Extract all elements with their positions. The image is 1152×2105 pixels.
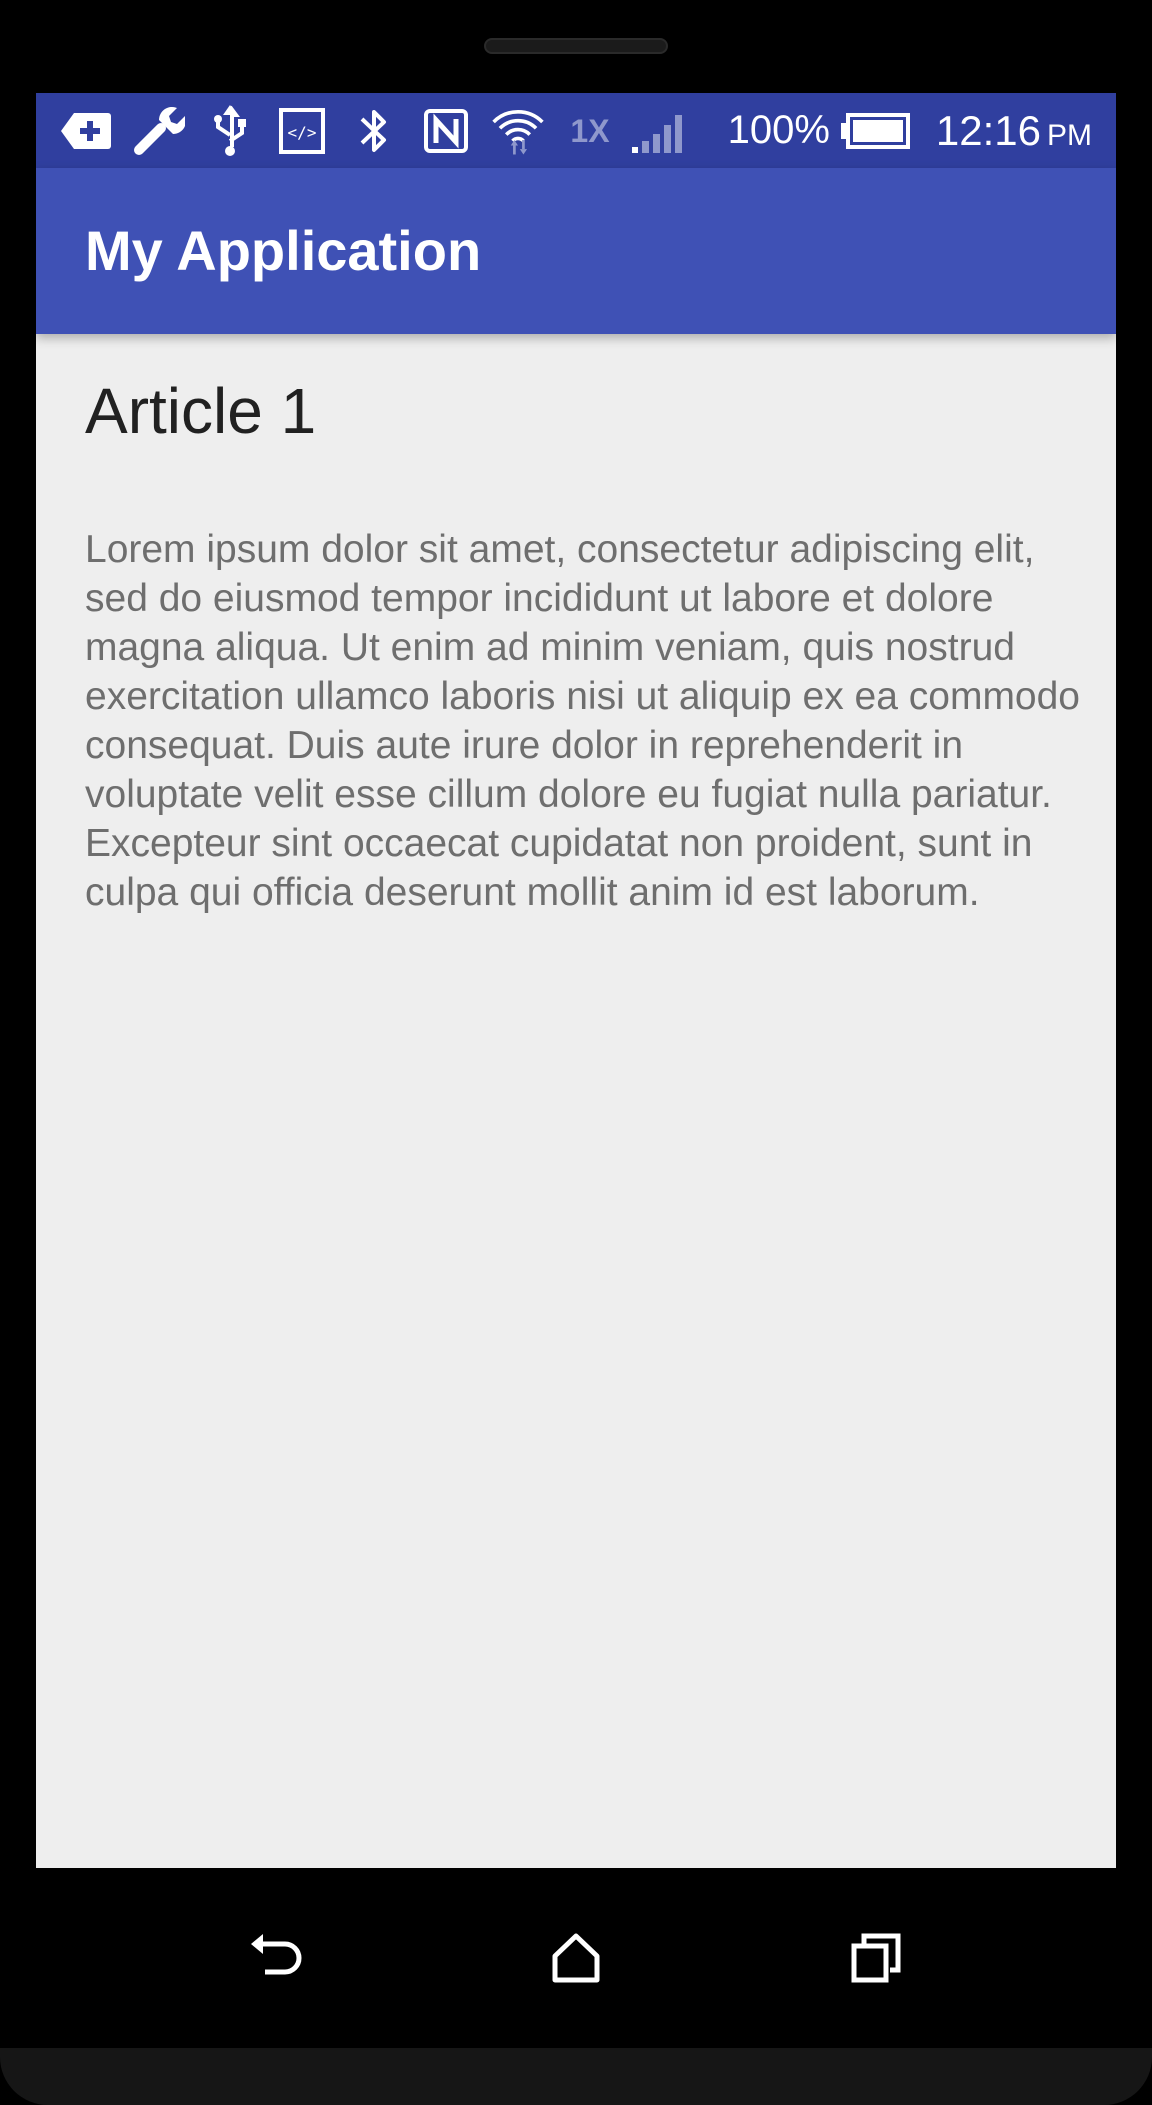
clock-time: 12:16 xyxy=(935,106,1041,154)
screen: </> 1X 100% 12:16 PM My Application Arti… xyxy=(36,93,1116,1868)
device-bottom-bezel xyxy=(0,2048,1152,2105)
nfc-icon xyxy=(418,103,474,159)
article-content: Article 1 Lorem ipsum dolor sit amet, co… xyxy=(85,373,1085,917)
article-body: Lorem ipsum dolor sit amet, consectetur … xyxy=(85,528,1080,914)
clock: 12:16 PM xyxy=(936,107,1092,155)
back-icon xyxy=(251,1934,302,1975)
recents-button[interactable] xyxy=(836,1918,916,1998)
home-button[interactable] xyxy=(536,1918,616,1998)
cell-signal-icon xyxy=(630,103,686,159)
phone-frame: </> 1X 100% 12:16 PM My Application Arti… xyxy=(0,0,1152,2105)
wifi-icon xyxy=(490,103,546,159)
status-bar: </> 1X 100% 12:16 PM xyxy=(36,93,1116,168)
app-title: My Application xyxy=(85,219,482,282)
svg-text:</>: </> xyxy=(288,123,317,142)
home-icon xyxy=(552,1933,600,1983)
usb-icon xyxy=(202,103,258,159)
navigation-bar xyxy=(0,1868,1152,2048)
status-right: 100% 12:16 PM xyxy=(714,93,1092,168)
network-type-label: 1X xyxy=(570,112,610,149)
app-bar: My Application xyxy=(36,168,1116,334)
developer-code-icon: </> xyxy=(274,103,330,159)
earpiece-speaker xyxy=(484,38,668,54)
battery-icon xyxy=(840,103,910,159)
add-tag-icon xyxy=(58,103,114,159)
wrench-icon xyxy=(130,103,186,159)
status-icons: </> 1X xyxy=(58,103,702,159)
recents-icon xyxy=(851,1933,901,1983)
back-button[interactable] xyxy=(237,1918,317,1998)
bluetooth-icon xyxy=(346,103,402,159)
article-title: Article 1 xyxy=(85,375,317,447)
battery-percent: 100% xyxy=(727,108,830,152)
clock-ampm: PM xyxy=(1047,118,1092,152)
